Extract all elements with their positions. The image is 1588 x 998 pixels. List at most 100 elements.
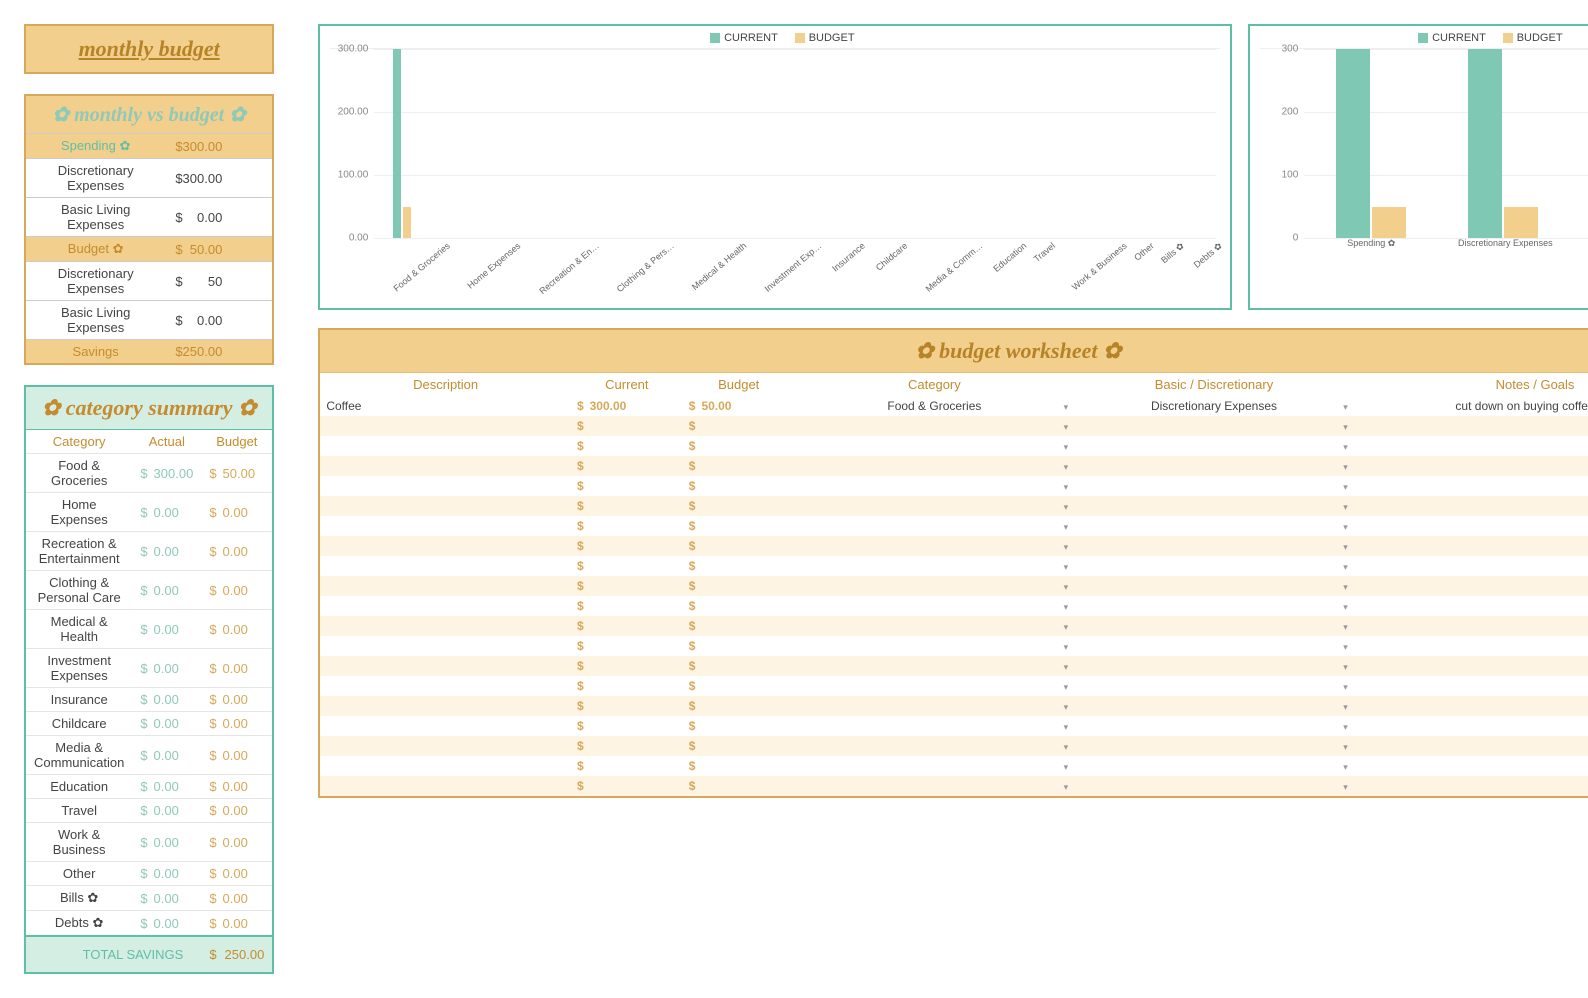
ws-bd-select[interactable]: [1074, 496, 1354, 516]
ws-desc-cell[interactable]: [319, 676, 571, 696]
ws-row[interactable]: $$: [319, 656, 1588, 676]
ws-current-cell[interactable]: $: [577, 759, 677, 773]
ws-desc-cell[interactable]: [319, 776, 571, 797]
ws-current-cell[interactable]: $: [577, 719, 677, 733]
ws-budget-cell[interactable]: $: [689, 759, 789, 773]
ws-desc-cell[interactable]: [319, 456, 571, 476]
ws-budget-cell[interactable]: $: [689, 419, 789, 433]
ws-category-select[interactable]: [795, 496, 1075, 516]
ws-desc-cell[interactable]: [319, 416, 571, 436]
ws-current-cell[interactable]: $: [577, 739, 677, 753]
ws-category-select[interactable]: [795, 696, 1075, 716]
ws-desc-cell[interactable]: [319, 576, 571, 596]
ws-notes-cell[interactable]: [1354, 756, 1588, 776]
ws-notes-cell[interactable]: [1354, 696, 1588, 716]
ws-budget-cell[interactable]: $: [689, 619, 789, 633]
ws-row[interactable]: $$: [319, 636, 1588, 656]
ws-bd-select[interactable]: [1074, 556, 1354, 576]
ws-budget-cell[interactable]: $: [689, 779, 789, 793]
ws-current-cell[interactable]: $: [577, 519, 677, 533]
ws-row[interactable]: $$: [319, 776, 1588, 797]
ws-desc-cell[interactable]: [319, 536, 571, 556]
ws-bd-select[interactable]: [1074, 616, 1354, 636]
ws-notes-cell[interactable]: [1354, 456, 1588, 476]
ws-category-select[interactable]: [795, 636, 1075, 656]
ws-desc-cell[interactable]: [319, 476, 571, 496]
ws-current-cell[interactable]: $: [577, 579, 677, 593]
ws-budget-cell[interactable]: $: [689, 699, 789, 713]
ws-desc-cell[interactable]: Coffee: [319, 396, 571, 416]
ws-desc-cell[interactable]: [319, 716, 571, 736]
ws-row[interactable]: $$: [319, 436, 1588, 456]
ws-current-cell[interactable]: $: [577, 419, 677, 433]
ws-category-select[interactable]: [795, 756, 1075, 776]
ws-desc-cell[interactable]: [319, 596, 571, 616]
ws-desc-cell[interactable]: [319, 736, 571, 756]
ws-current-cell[interactable]: $: [577, 639, 677, 653]
ws-bd-select[interactable]: [1074, 696, 1354, 716]
ws-budget-cell[interactable]: $50.00: [689, 399, 789, 413]
ws-current-cell[interactable]: $: [577, 779, 677, 793]
ws-category-select[interactable]: Food & Groceries: [795, 396, 1075, 416]
ws-desc-cell[interactable]: [319, 436, 571, 456]
ws-row[interactable]: $$: [319, 496, 1588, 516]
ws-budget-cell[interactable]: $: [689, 539, 789, 553]
ws-notes-cell[interactable]: [1354, 476, 1588, 496]
ws-current-cell[interactable]: $: [577, 699, 677, 713]
ws-row[interactable]: $$: [319, 596, 1588, 616]
ws-category-select[interactable]: [795, 616, 1075, 636]
ws-notes-cell[interactable]: [1354, 616, 1588, 636]
ws-notes-cell[interactable]: [1354, 496, 1588, 516]
ws-current-cell[interactable]: $: [577, 499, 677, 513]
ws-desc-cell[interactable]: [319, 656, 571, 676]
ws-row[interactable]: $$: [319, 536, 1588, 556]
ws-bd-select[interactable]: [1074, 736, 1354, 756]
ws-budget-cell[interactable]: $: [689, 459, 789, 473]
ws-category-select[interactable]: [795, 556, 1075, 576]
ws-category-select[interactable]: [795, 476, 1075, 496]
ws-bd-select[interactable]: Discretionary Expenses: [1074, 396, 1354, 416]
ws-current-cell[interactable]: $300.00: [577, 399, 677, 413]
ws-current-cell[interactable]: $: [577, 679, 677, 693]
ws-budget-cell[interactable]: $: [689, 739, 789, 753]
ws-row[interactable]: Coffee $300.00 $50.00 Food & GroceriesDiscr…: [319, 396, 1588, 416]
ws-notes-cell[interactable]: [1354, 596, 1588, 616]
ws-category-select[interactable]: [795, 716, 1075, 736]
ws-budget-cell[interactable]: $: [689, 599, 789, 613]
ws-budget-cell[interactable]: $: [689, 439, 789, 453]
ws-desc-cell[interactable]: [319, 636, 571, 656]
ws-budget-cell[interactable]: $: [689, 719, 789, 733]
ws-notes-cell[interactable]: [1354, 576, 1588, 596]
ws-budget-cell[interactable]: $: [689, 679, 789, 693]
ws-current-cell[interactable]: $: [577, 659, 677, 673]
ws-category-select[interactable]: [795, 736, 1075, 756]
ws-category-select[interactable]: [795, 576, 1075, 596]
ws-notes-cell[interactable]: cut down on buying coffee out: [1354, 396, 1588, 416]
ws-budget-cell[interactable]: $: [689, 639, 789, 653]
ws-row[interactable]: $$: [319, 756, 1588, 776]
ws-bd-select[interactable]: [1074, 656, 1354, 676]
ws-bd-select[interactable]: [1074, 596, 1354, 616]
ws-current-cell[interactable]: $: [577, 459, 677, 473]
ws-category-select[interactable]: [795, 416, 1075, 436]
ws-category-select[interactable]: [795, 676, 1075, 696]
ws-notes-cell[interactable]: [1354, 676, 1588, 696]
ws-budget-cell[interactable]: $: [689, 519, 789, 533]
ws-row[interactable]: $$: [319, 456, 1588, 476]
ws-current-cell[interactable]: $: [577, 539, 677, 553]
ws-budget-cell[interactable]: $: [689, 579, 789, 593]
ws-notes-cell[interactable]: [1354, 656, 1588, 676]
ws-row[interactable]: $$: [319, 576, 1588, 596]
ws-desc-cell[interactable]: [319, 616, 571, 636]
ws-desc-cell[interactable]: [319, 756, 571, 776]
ws-category-select[interactable]: [795, 536, 1075, 556]
ws-current-cell[interactable]: $: [577, 559, 677, 573]
ws-bd-select[interactable]: [1074, 416, 1354, 436]
ws-category-select[interactable]: [795, 436, 1075, 456]
ws-row[interactable]: $$: [319, 556, 1588, 576]
ws-notes-cell[interactable]: [1354, 716, 1588, 736]
ws-budget-cell[interactable]: $: [689, 559, 789, 573]
ws-budget-cell[interactable]: $: [689, 499, 789, 513]
ws-bd-select[interactable]: [1074, 536, 1354, 556]
ws-current-cell[interactable]: $: [577, 479, 677, 493]
